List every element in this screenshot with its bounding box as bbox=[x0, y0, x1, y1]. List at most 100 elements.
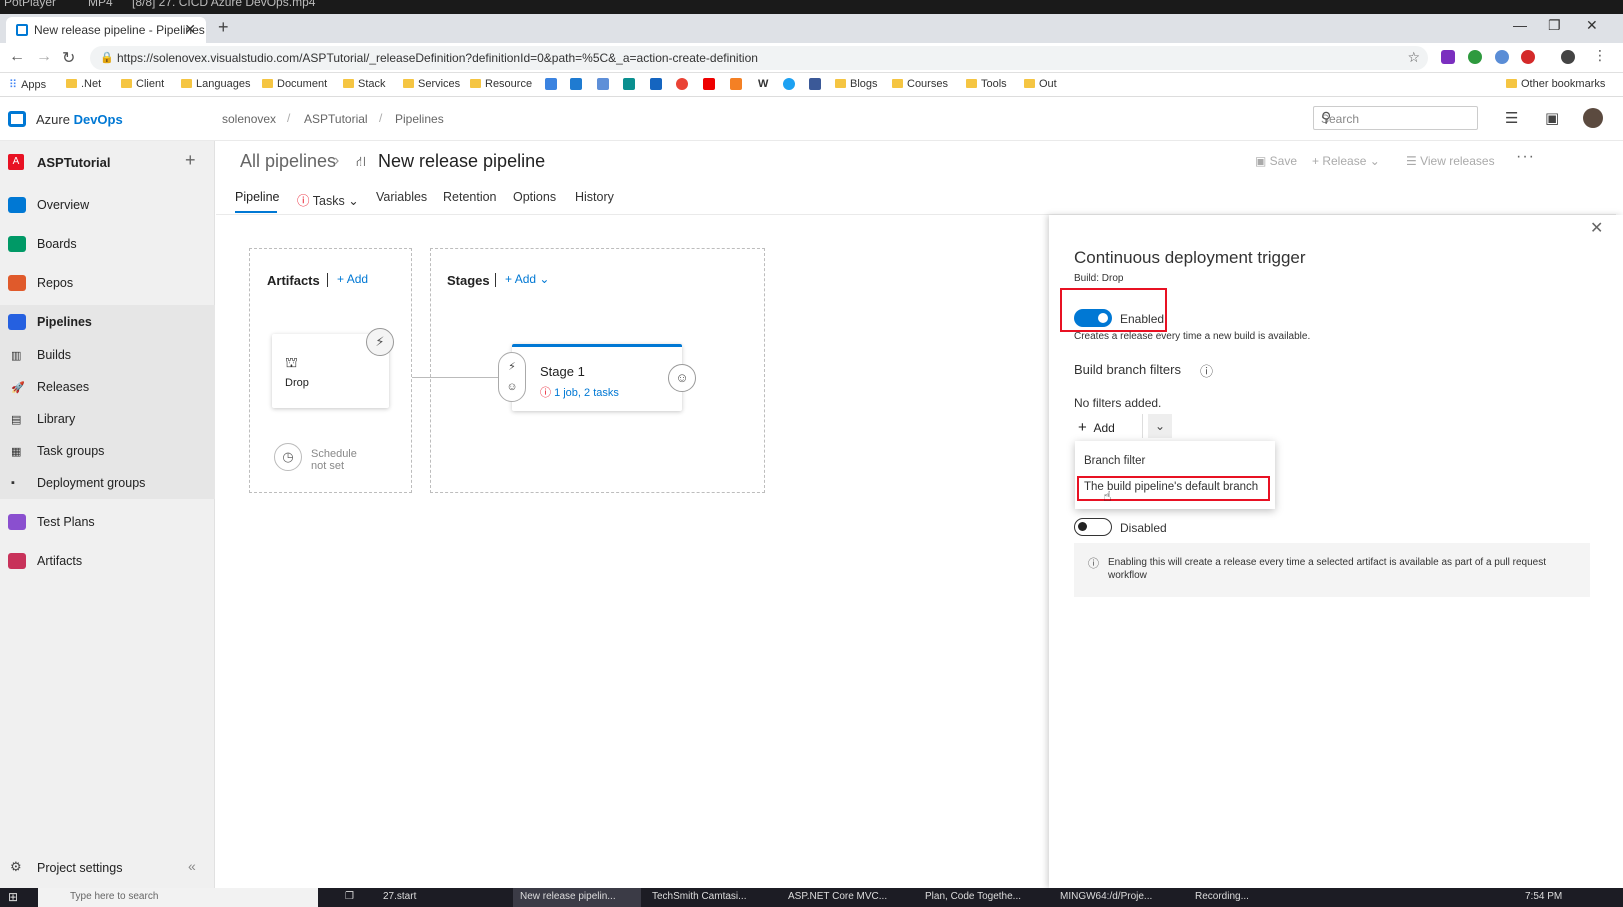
schedule-line1[interactable]: Schedule bbox=[311, 448, 357, 460]
more-actions-icon[interactable]: ··· bbox=[1516, 148, 1535, 166]
sidebar-item-artifacts[interactable]: Artifacts bbox=[0, 544, 215, 578]
forward-icon[interactable]: → bbox=[36, 48, 52, 66]
sidebar-subitem-builds[interactable]: ▥ Builds bbox=[0, 339, 215, 371]
taskbar-item[interactable]: ASP.NET Core MVC... bbox=[788, 891, 887, 902]
sidebar-item-pipelines[interactable]: Pipelines bbox=[0, 305, 215, 339]
add-artifact-button[interactable]: + Add bbox=[337, 272, 368, 286]
pr-trigger-toggle[interactable] bbox=[1074, 518, 1112, 536]
user-avatar[interactable] bbox=[1583, 108, 1603, 128]
schedule-line2[interactable]: not set bbox=[311, 460, 344, 472]
twitter-icon[interactable] bbox=[783, 78, 795, 90]
tab-options[interactable]: Options bbox=[513, 190, 556, 204]
bing-icon[interactable] bbox=[623, 78, 635, 90]
taskbar-item[interactable]: TechSmith Camtasi... bbox=[652, 891, 746, 902]
tab-variables[interactable]: Variables bbox=[376, 190, 427, 204]
breadcrumb-project[interactable]: ASPTutorial bbox=[304, 112, 368, 126]
bookmark-apps[interactable]: ⠿ Apps bbox=[9, 78, 46, 91]
ado-brand[interactable]: Azure DevOps bbox=[36, 112, 123, 127]
sidebar-item-repos[interactable]: Repos bbox=[0, 266, 215, 300]
cd-enabled-toggle[interactable] bbox=[1074, 309, 1112, 327]
bookmark-folder[interactable]: .Net bbox=[66, 78, 101, 90]
bookmark-star-icon[interactable]: ☆ bbox=[1407, 49, 1420, 66]
info-icon[interactable]: ⓘ bbox=[1200, 361, 1213, 380]
view-releases-button[interactable]: ☰ View releases bbox=[1406, 154, 1495, 168]
add-filter-button[interactable]: + Add bbox=[1078, 419, 1115, 436]
bookmark-folder[interactable]: Resource bbox=[470, 78, 532, 90]
marketplace-bag-icon[interactable]: ▣ bbox=[1545, 109, 1559, 127]
sidebar-item-test-plans[interactable]: Test Plans bbox=[0, 505, 215, 539]
post-deployment-person-icon[interactable]: ☺ bbox=[668, 364, 696, 392]
project-settings[interactable]: ⚙ Project settings « bbox=[0, 852, 215, 882]
task-view-icon[interactable]: ❐ bbox=[345, 891, 354, 902]
release-button[interactable]: + Release ⌄ bbox=[1312, 154, 1380, 168]
sidebar-subitem-deployment-groups[interactable]: ▪ Deployment groups bbox=[0, 467, 215, 499]
restore-icon[interactable]: ❐ bbox=[1548, 17, 1561, 34]
taskbar-search[interactable]: Type here to search bbox=[38, 888, 318, 907]
back-icon[interactable]: ← bbox=[9, 48, 25, 66]
new-tab-icon[interactable]: + bbox=[218, 17, 229, 38]
bookmark-icon[interactable] bbox=[545, 78, 557, 90]
profile-icon[interactable] bbox=[1561, 50, 1575, 64]
breadcrumb-org[interactable]: solenovex bbox=[222, 112, 276, 126]
clock[interactable]: 7:54 PM bbox=[1525, 891, 1562, 902]
project-selector[interactable]: A ASPTutorial + bbox=[8, 150, 208, 174]
chevron-down-icon[interactable]: ⌄ bbox=[1148, 414, 1172, 438]
sidebar-item-boards[interactable]: Boards bbox=[0, 227, 215, 261]
reload-icon[interactable]: ↻ bbox=[62, 48, 75, 68]
tab-pipeline[interactable]: Pipeline bbox=[235, 190, 279, 204]
bookmark-icon[interactable] bbox=[597, 78, 609, 90]
tab-retention[interactable]: Retention bbox=[443, 190, 497, 204]
save-button[interactable]: ▣ Save bbox=[1255, 154, 1297, 168]
search-input[interactable]: Search ⚲ bbox=[1313, 106, 1478, 130]
stage-detail-link[interactable]: ⓘ 1 job, 2 tasks bbox=[540, 384, 619, 400]
youtube-icon[interactable] bbox=[703, 78, 715, 90]
address-bar[interactable]: 🔒 https://solenovex.visualstudio.com/ASP… bbox=[90, 46, 1428, 70]
tab-tasks[interactable]: ⓘ Tasks ⌄ bbox=[297, 190, 359, 209]
taskbar-item-chrome[interactable]: New release pipelin... bbox=[520, 891, 616, 902]
breadcrumb-pipelines[interactable]: Pipelines bbox=[395, 112, 444, 126]
taskbar-item[interactable]: Recording... bbox=[1195, 891, 1249, 902]
sidebar-subitem-task-groups[interactable]: ▦ Task groups bbox=[0, 435, 215, 467]
all-pipelines-link[interactable]: All pipelines bbox=[240, 151, 336, 172]
bookmark-folder[interactable]: Client bbox=[121, 78, 164, 90]
collapse-sidebar-icon[interactable]: « bbox=[188, 858, 196, 874]
extension-icon[interactable] bbox=[1521, 50, 1535, 64]
azure-devops-logo-icon[interactable] bbox=[8, 111, 26, 127]
bookmark-folder[interactable]: Tools bbox=[966, 78, 1007, 90]
google-icon[interactable] bbox=[676, 78, 688, 90]
add-stage-button[interactable]: + Add ⌄ bbox=[505, 272, 549, 286]
other-bookmarks[interactable]: Other bookmarks bbox=[1506, 78, 1605, 90]
stage-card[interactable]: Stage 1 ⓘ 1 job, 2 tasks bbox=[512, 344, 682, 411]
onenote-extension-icon[interactable] bbox=[1441, 50, 1455, 64]
list-icon[interactable]: ☰ bbox=[1505, 109, 1518, 127]
bookmark-folder[interactable]: Languages bbox=[181, 78, 250, 90]
bookmark-folder[interactable]: Courses bbox=[892, 78, 948, 90]
bookmark-folder[interactable]: Document bbox=[262, 78, 327, 90]
tab-history[interactable]: History bbox=[575, 190, 614, 204]
sidebar-subitem-library[interactable]: ▤ Library bbox=[0, 403, 215, 435]
bookmark-icon[interactable] bbox=[650, 78, 662, 90]
bookmark-folder[interactable]: Services bbox=[403, 78, 460, 90]
close-window-icon[interactable]: ✕ bbox=[1586, 17, 1598, 34]
bookmark-folder[interactable]: Stack bbox=[343, 78, 386, 90]
close-panel-icon[interactable]: ✕ bbox=[1590, 218, 1603, 238]
sidebar-subitem-releases[interactable]: 🚀 Releases bbox=[0, 371, 215, 403]
bookmark-icon[interactable] bbox=[570, 78, 582, 90]
facebook-icon[interactable] bbox=[809, 78, 821, 90]
taskbar-item[interactable]: MINGW64:/d/Proje... bbox=[1060, 891, 1152, 902]
wikipedia-icon[interactable]: W bbox=[758, 78, 768, 90]
stackoverflow-icon[interactable] bbox=[730, 78, 742, 90]
extension-icon[interactable] bbox=[1495, 50, 1509, 64]
minimize-icon[interactable]: — bbox=[1513, 17, 1527, 33]
add-project-icon[interactable]: + bbox=[185, 150, 196, 171]
page-title[interactable]: New release pipeline bbox=[378, 151, 545, 172]
schedule-clock-icon[interactable]: ◷ bbox=[274, 443, 302, 471]
sidebar-item-overview[interactable]: Overview bbox=[0, 188, 215, 222]
bookmark-folder[interactable]: Blogs bbox=[835, 78, 878, 90]
cd-trigger-lightning-icon[interactable]: ⚡ bbox=[366, 328, 394, 356]
menu-kebab-icon[interactable]: ⋮ bbox=[1593, 47, 1607, 63]
taskbar-item[interactable]: 27.start bbox=[383, 891, 416, 902]
close-tab-icon[interactable]: ✕ bbox=[184, 21, 196, 38]
browser-tab[interactable]: New release pipeline - Pipelines ✕ bbox=[6, 17, 206, 43]
pre-deployment-conditions[interactable]: ⚡ ☺ bbox=[498, 352, 526, 402]
